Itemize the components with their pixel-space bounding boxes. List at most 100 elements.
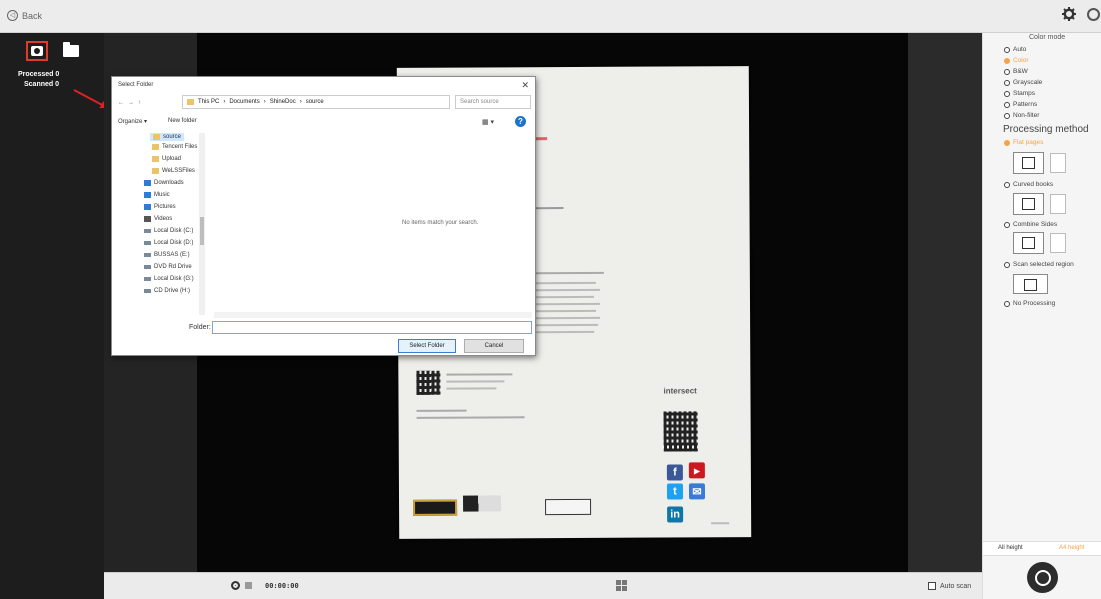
method-flat-pages[interactable]: Flat pages <box>1004 139 1043 146</box>
back-arrow-icon: ◁ <box>7 10 18 21</box>
color-mode-non-filter[interactable]: Non-filter <box>1004 112 1039 119</box>
auto-scan-toggle[interactable]: Auto scan <box>928 582 971 590</box>
folder-icon <box>152 156 159 162</box>
curved-book-alt-tile[interactable] <box>1050 194 1066 214</box>
doc-text-line <box>446 373 513 376</box>
back-arrow-icon[interactable]: ← <box>118 100 124 106</box>
settings-panel: Color mode Auto Color B&W Grayscale Stam… <box>982 33 1101 599</box>
doc-brand-text: intersect <box>663 386 697 396</box>
camera-mode-button[interactable] <box>26 41 48 61</box>
dialog-toolbar: Organize ▾ New folder ▦ ▾ ? <box>118 115 532 129</box>
cd-drive-icon <box>144 289 151 293</box>
nav-item[interactable]: BUSSAS (E:) <box>144 252 190 258</box>
search-input[interactable]: Search source <box>455 95 531 109</box>
tab-all-height[interactable]: All height <box>998 545 1023 551</box>
nav-scrollbar-thumb[interactable] <box>200 217 204 245</box>
cancel-button[interactable]: Cancel <box>464 339 524 353</box>
folder-icon <box>152 144 159 150</box>
radio-icon <box>1004 112 1010 119</box>
region-select-icon <box>1024 279 1037 291</box>
method-combine-sides[interactable]: Combine Sides <box>1004 221 1057 228</box>
folder-field-label: Folder: <box>189 324 211 331</box>
radio-icon <box>1004 79 1010 86</box>
stop-icon[interactable] <box>245 582 252 589</box>
help-icon[interactable]: ? <box>515 116 526 127</box>
dialog-title: Select Folder <box>118 82 154 88</box>
bottom-bar: 00:00:00 Auto scan <box>104 572 982 599</box>
nav-item-source[interactable]: source <box>150 133 185 141</box>
color-mode-color[interactable]: Color <box>1004 57 1029 64</box>
view-options-icon[interactable]: ▦ ▾ <box>482 118 494 126</box>
combine-icon <box>1022 237 1035 249</box>
scanned-count: 0 <box>55 81 60 88</box>
timer: 00:00:00 <box>265 582 299 590</box>
doc-text-line <box>535 288 600 292</box>
dvd-drive-icon <box>144 265 151 269</box>
radio-icon <box>1004 101 1010 108</box>
up-arrow-icon[interactable]: ↑ <box>138 100 141 106</box>
grid-view-icon[interactable] <box>616 580 627 591</box>
color-mode-stamps[interactable]: Stamps <box>1004 90 1035 97</box>
select-folder-button[interactable]: Select Folder <box>398 339 456 353</box>
breadcrumb-item[interactable]: ShineDoc <box>270 99 296 105</box>
book-icon <box>1022 198 1035 210</box>
nav-item[interactable]: Local Disk (G:) <box>144 276 194 282</box>
nav-item[interactable]: Local Disk (C:) <box>144 228 193 234</box>
preview-right-edge <box>908 33 982 572</box>
gear-icon[interactable] <box>1062 7 1076 21</box>
help-icon[interactable] <box>1087 8 1100 21</box>
drive-icon <box>144 229 151 233</box>
combine-sides-alt-tile[interactable] <box>1050 233 1066 253</box>
color-mode-patterns[interactable]: Patterns <box>1004 101 1037 108</box>
nav-item[interactable]: DVD Rd Drive <box>144 264 192 270</box>
radio-icon <box>1004 181 1010 188</box>
radio-icon <box>1004 68 1010 75</box>
color-mode-auto[interactable]: Auto <box>1004 46 1026 53</box>
doc-red-mark <box>535 137 548 141</box>
pictures-icon <box>144 204 151 210</box>
forward-arrow-icon[interactable]: → <box>128 100 134 106</box>
doc-text-line <box>535 295 594 299</box>
method-scan-selected-region[interactable]: Scan selected region <box>1004 261 1074 268</box>
combine-sides-tile[interactable] <box>1013 232 1044 254</box>
navigation-pane[interactable]: source Tencent Files Upload WeLSSFiles D… <box>118 133 210 315</box>
shutter-icon <box>1034 569 1051 586</box>
method-curved-books[interactable]: Curved books <box>1004 181 1053 188</box>
radio-icon <box>1004 46 1010 53</box>
color-mode-grayscale[interactable]: Grayscale <box>1004 79 1042 86</box>
publisher-logo <box>413 499 458 516</box>
curved-book-tile[interactable] <box>1013 193 1044 215</box>
new-folder-button[interactable]: New folder <box>168 118 197 124</box>
flat-page-tile[interactable] <box>1013 152 1044 174</box>
address-bar[interactable]: This PC › Documents › ShineDoc › source <box>182 95 450 109</box>
checkbox-icon[interactable] <box>928 582 936 590</box>
record-icon[interactable] <box>231 581 240 590</box>
nav-item[interactable]: WeLSSFiles <box>152 168 195 174</box>
breadcrumb-item[interactable]: This PC <box>198 99 219 105</box>
close-icon[interactable]: ✕ <box>521 80 529 91</box>
radio-icon <box>1004 261 1010 268</box>
method-no-processing[interactable]: No Processing <box>1004 300 1055 307</box>
nav-item[interactable]: Tencent Files <box>152 144 197 150</box>
nav-item[interactable]: Videos <box>144 216 172 222</box>
breadcrumb-item[interactable]: Documents <box>229 99 259 105</box>
drive-icon <box>144 241 151 245</box>
folder-field[interactable] <box>212 321 532 334</box>
nav-item[interactable]: Pictures <box>144 204 176 210</box>
back-button[interactable]: ◁ Back <box>7 10 42 21</box>
nav-item[interactable]: Upload <box>152 156 181 162</box>
nav-item[interactable]: Downloads <box>144 180 184 186</box>
flat-page-crop-tile[interactable] <box>1050 153 1066 173</box>
scan-region-tile[interactable] <box>1013 274 1048 294</box>
breadcrumb-item[interactable]: source <box>306 99 324 105</box>
nav-item[interactable]: CD Drive (H:) <box>144 288 190 294</box>
nav-item[interactable]: Music <box>144 192 170 198</box>
nav-item[interactable]: Local Disk (D:) <box>144 240 193 246</box>
color-mode-bw[interactable]: B&W <box>1004 68 1028 75</box>
organize-menu[interactable]: Organize ▾ <box>118 118 147 125</box>
tab-a4-height[interactable]: A4 height <box>1059 545 1084 551</box>
folder-icon[interactable] <box>63 42 79 57</box>
scan-button[interactable] <box>1027 562 1058 593</box>
camera-icon <box>31 46 43 56</box>
file-list-scrollbar[interactable] <box>214 312 532 318</box>
